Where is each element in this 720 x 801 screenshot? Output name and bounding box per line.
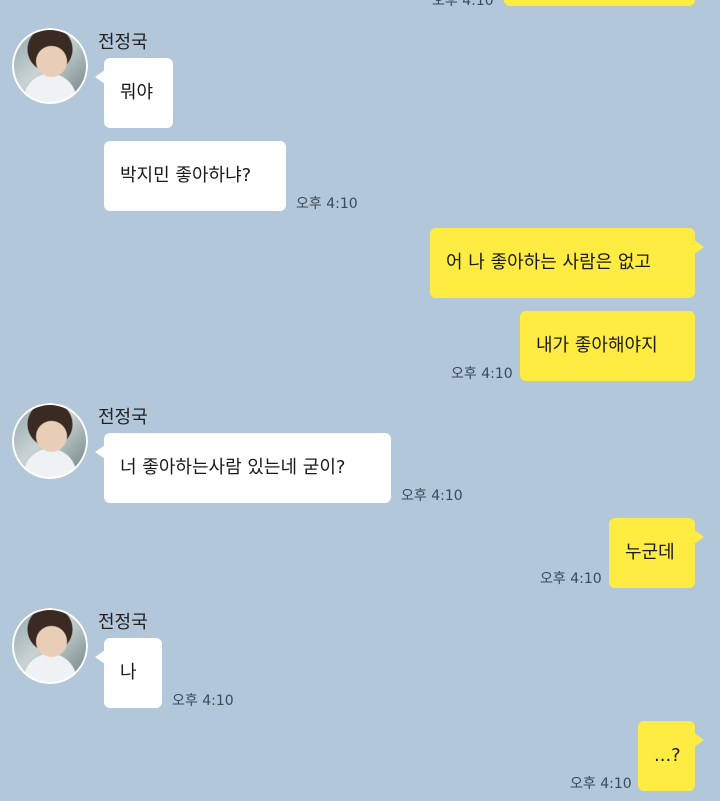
incoming-message-bubble[interactable]: 너 좋아하는사람 있는네 굳이? xyxy=(95,433,391,503)
message-text: 어 나 좋아하는 사람은 없고 xyxy=(446,252,652,273)
message-text: ...? xyxy=(654,745,681,766)
message-text: 박지민 좋아하냐? xyxy=(120,165,252,186)
contact-avatar[interactable] xyxy=(12,608,88,684)
outgoing-message-bubble[interactable]: 내가 좋아해야지 xyxy=(520,311,695,381)
message-timestamp: 오후 4:10 xyxy=(451,366,513,382)
message-timestamp: 오후 4:10 xyxy=(540,571,602,587)
message-timestamp: 오후 4:10 xyxy=(296,196,358,212)
message-timestamp: 오후 4:10 xyxy=(570,776,632,792)
incoming-message-bubble[interactable]: 뭐야 xyxy=(95,58,173,128)
message-text: 내가 좋아해야지 xyxy=(536,335,658,356)
message-text: 나 xyxy=(120,662,137,683)
sender-name: 전정국 xyxy=(98,32,148,53)
outgoing-message-bubble-partial[interactable] xyxy=(504,0,695,6)
message-text: 너 좋아하는사람 있는네 굳이? xyxy=(120,457,346,478)
outgoing-message-bubble[interactable]: 누군데 xyxy=(609,518,704,588)
incoming-message-bubble[interactable]: 박지민 좋아하냐? xyxy=(104,141,286,211)
message-timestamp: 오후 4:10 xyxy=(432,0,494,9)
contact-avatar[interactable] xyxy=(12,403,88,479)
message-timestamp: 오후 4:10 xyxy=(172,693,234,709)
outgoing-message-bubble[interactable]: 어 나 좋아하는 사람은 없고 xyxy=(430,228,704,298)
message-timestamp: 오후 4:10 xyxy=(401,488,463,504)
chat-area[interactable]: 오후 4:10 전정국 뭐야 박지민 좋아하냐? 오후 4:10 어 나 좋아하… xyxy=(0,0,720,801)
contact-avatar[interactable] xyxy=(12,28,88,104)
incoming-message-bubble[interactable]: 나 xyxy=(95,638,162,708)
message-text: 누군데 xyxy=(625,542,675,563)
message-text: 뭐야 xyxy=(120,82,154,103)
outgoing-message-bubble[interactable]: ...? xyxy=(638,721,704,791)
sender-name: 전정국 xyxy=(98,407,148,428)
sender-name: 전정국 xyxy=(98,612,148,633)
